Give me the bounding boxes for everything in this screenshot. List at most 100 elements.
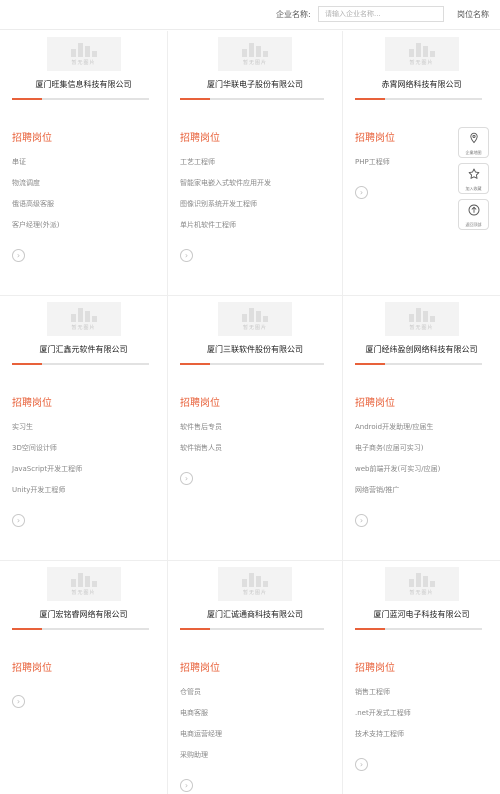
- job-link[interactable]: JavaScript开发工程师: [12, 464, 82, 485]
- recruit-section-title: 招聘岗位: [355, 398, 395, 409]
- company-grid: 暂无图片 厦门旺集信息科技有限公司 招聘岗位 串证 物流调度 俄语高级客服 客户经理(…: [0, 31, 500, 794]
- job-link[interactable]: 电子商务(应届可实习): [355, 443, 440, 464]
- more-arrow-icon[interactable]: ›: [180, 249, 193, 262]
- more-arrow-icon[interactable]: ›: [12, 514, 25, 527]
- title-divider: [180, 98, 324, 100]
- more-arrow-icon[interactable]: ›: [355, 186, 368, 199]
- company-name[interactable]: 厦门旺集信息科技有限公司: [0, 79, 167, 90]
- company-card: 暂无图片 厦门三联软件股份有限公司 招聘岗位 软件售后专员 软件销售人员 ›: [168, 296, 343, 561]
- job-link[interactable]: PHP工程师: [355, 157, 390, 178]
- job-link[interactable]: 仓管员: [180, 687, 222, 708]
- job-link[interactable]: 单片机软件工程师: [180, 220, 271, 241]
- more-arrow-icon[interactable]: ›: [180, 472, 193, 485]
- more-arrow-icon[interactable]: ›: [12, 695, 25, 708]
- job-link[interactable]: Android开发助理/应届生: [355, 422, 440, 443]
- company-logo-placeholder[interactable]: 暂无图片: [218, 37, 292, 71]
- building-icon: [70, 42, 97, 57]
- job-link[interactable]: 销售工程师: [355, 687, 411, 708]
- job-link[interactable]: 软件销售人员: [180, 443, 222, 464]
- job-link[interactable]: 串证: [12, 157, 59, 178]
- company-logo-placeholder[interactable]: 暂无图片: [46, 37, 121, 71]
- company-logo-placeholder[interactable]: 暂无图片: [46, 567, 121, 601]
- company-row: 暂无图片 厦门旺集信息科技有限公司 招聘岗位 串证 物流调度 俄语高级客服 客户经理(…: [0, 31, 500, 296]
- job-list: 销售工程师 .net开发式工程师 技术支持工程师: [355, 687, 411, 750]
- job-link[interactable]: 客户经理(外派): [12, 220, 59, 241]
- logo-placeholder-text: 暂无图片: [71, 590, 96, 596]
- company-row: 暂无图片 厦门汇鑫元软件有限公司 招聘岗位 实习生 3D空间设计师 JavaScri…: [0, 296, 500, 561]
- company-logo-placeholder[interactable]: 暂无图片: [384, 37, 459, 71]
- company-logo-placeholder[interactable]: 暂无图片: [218, 567, 292, 601]
- recruit-section-title: 招聘岗位: [180, 663, 220, 674]
- job-link[interactable]: 工艺工程师: [180, 157, 271, 178]
- location-pin-button[interactable]: 企業地图: [458, 127, 489, 158]
- title-divider: [355, 98, 482, 100]
- job-link[interactable]: 技术支持工程师: [355, 729, 411, 750]
- more-arrow-icon[interactable]: ›: [180, 779, 193, 792]
- company-name[interactable]: 厦门三联软件股份有限公司: [168, 344, 342, 355]
- job-link[interactable]: 电商客服: [180, 708, 222, 729]
- star-button[interactable]: 加入收藏: [458, 163, 489, 194]
- logo-placeholder-text: 暂无图片: [409, 60, 434, 66]
- more-arrow-icon[interactable]: ›: [355, 514, 368, 527]
- company-logo-placeholder[interactable]: 暂无图片: [46, 302, 121, 336]
- company-search-input[interactable]: [318, 6, 444, 22]
- job-link[interactable]: 采购助理: [180, 750, 222, 771]
- arrow-up-circle-icon: [468, 201, 480, 220]
- job-link[interactable]: 实习生: [12, 422, 82, 443]
- building-icon: [242, 572, 268, 587]
- company-name[interactable]: 厦门蓝河电子科技有限公司: [343, 609, 500, 620]
- job-list: PHP工程师: [355, 157, 390, 178]
- recruit-section-title: 招聘岗位: [12, 133, 52, 144]
- logo-placeholder-text: 暂无图片: [71, 325, 96, 331]
- company-card: 暂无图片 厦门经纬盈创网络科技有限公司 招聘岗位 Android开发助理/应届生…: [343, 296, 500, 561]
- company-name[interactable]: 厦门宏铭睿网络有限公司: [0, 609, 167, 620]
- building-icon: [408, 42, 435, 57]
- company-name[interactable]: 厦门汇鑫元软件有限公司: [0, 344, 167, 355]
- recruit-section-title: 招聘岗位: [355, 133, 395, 144]
- company-name[interactable]: 厦门华联电子股份有限公司: [168, 79, 342, 90]
- job-list: 仓管员 电商客服 电商运营经理 采购助理: [180, 687, 222, 771]
- job-link[interactable]: 软件售后专员: [180, 422, 222, 443]
- title-divider: [180, 628, 324, 630]
- company-logo-placeholder[interactable]: 暂无图片: [384, 567, 459, 601]
- recruit-section-title: 招聘岗位: [12, 398, 52, 409]
- company-name[interactable]: 厦门经纬盈创网络科技有限公司: [343, 344, 500, 355]
- building-icon: [70, 307, 97, 322]
- tool-label: 企業地图: [465, 150, 482, 155]
- job-link[interactable]: 图像识别系统开发工程师: [180, 199, 271, 220]
- company-name[interactable]: 赤霄网络科技有限公司: [343, 79, 500, 90]
- title-divider: [355, 628, 482, 630]
- title-divider: [12, 363, 149, 365]
- company-card: 暂无图片 厦门汇诚通商科技有限公司 招聘岗位 仓管员 电商客服 电商运营经理 采购助理…: [168, 561, 343, 794]
- arrow-up-circle-button[interactable]: 返回顶部: [458, 199, 489, 230]
- company-card: 暂无图片 厦门汇鑫元软件有限公司 招聘岗位 实习生 3D空间设计师 JavaScri…: [0, 296, 168, 561]
- job-link[interactable]: 电商运营经理: [180, 729, 222, 750]
- job-link[interactable]: 俄语高级客服: [12, 199, 59, 220]
- logo-placeholder-text: 暂无图片: [242, 590, 267, 596]
- logo-placeholder-text: 暂无图片: [242, 325, 267, 331]
- building-icon: [70, 572, 97, 587]
- job-link[interactable]: .net开发式工程师: [355, 708, 411, 729]
- job-link[interactable]: 3D空间设计师: [12, 443, 82, 464]
- job-link[interactable]: 网络营销/推广: [355, 485, 440, 506]
- building-icon: [408, 307, 435, 322]
- building-icon: [408, 572, 435, 587]
- more-arrow-icon[interactable]: ›: [12, 249, 25, 262]
- location-pin-icon: [468, 129, 480, 148]
- job-link[interactable]: Unity开发工程师: [12, 485, 82, 506]
- company-card: 暂无图片 厦门宏铭睿网络有限公司 招聘岗位 ›: [0, 561, 168, 794]
- logo-placeholder-text: 暂无图片: [242, 60, 267, 66]
- title-divider: [355, 363, 482, 365]
- job-list: Android开发助理/应届生 电子商务(应届可实习) web前端开发(可实习/应届…: [355, 422, 440, 506]
- company-name[interactable]: 厦门汇诚通商科技有限公司: [168, 609, 342, 620]
- title-divider: [12, 98, 149, 100]
- company-logo-placeholder[interactable]: 暂无图片: [384, 302, 459, 336]
- job-link[interactable]: web前端开发(可实习/应届): [355, 464, 440, 485]
- more-arrow-icon[interactable]: ›: [355, 758, 368, 771]
- job-list: 软件售后专员 软件销售人员: [180, 422, 222, 464]
- company-logo-placeholder[interactable]: 暂无图片: [218, 302, 292, 336]
- recruit-section-title: 招聘岗位: [355, 663, 395, 674]
- job-link[interactable]: 智能家电嵌入式软件应用开发: [180, 178, 271, 199]
- job-link[interactable]: 物流调度: [12, 178, 59, 199]
- search-bar: 企业名称: 岗位名称: [0, 0, 500, 30]
